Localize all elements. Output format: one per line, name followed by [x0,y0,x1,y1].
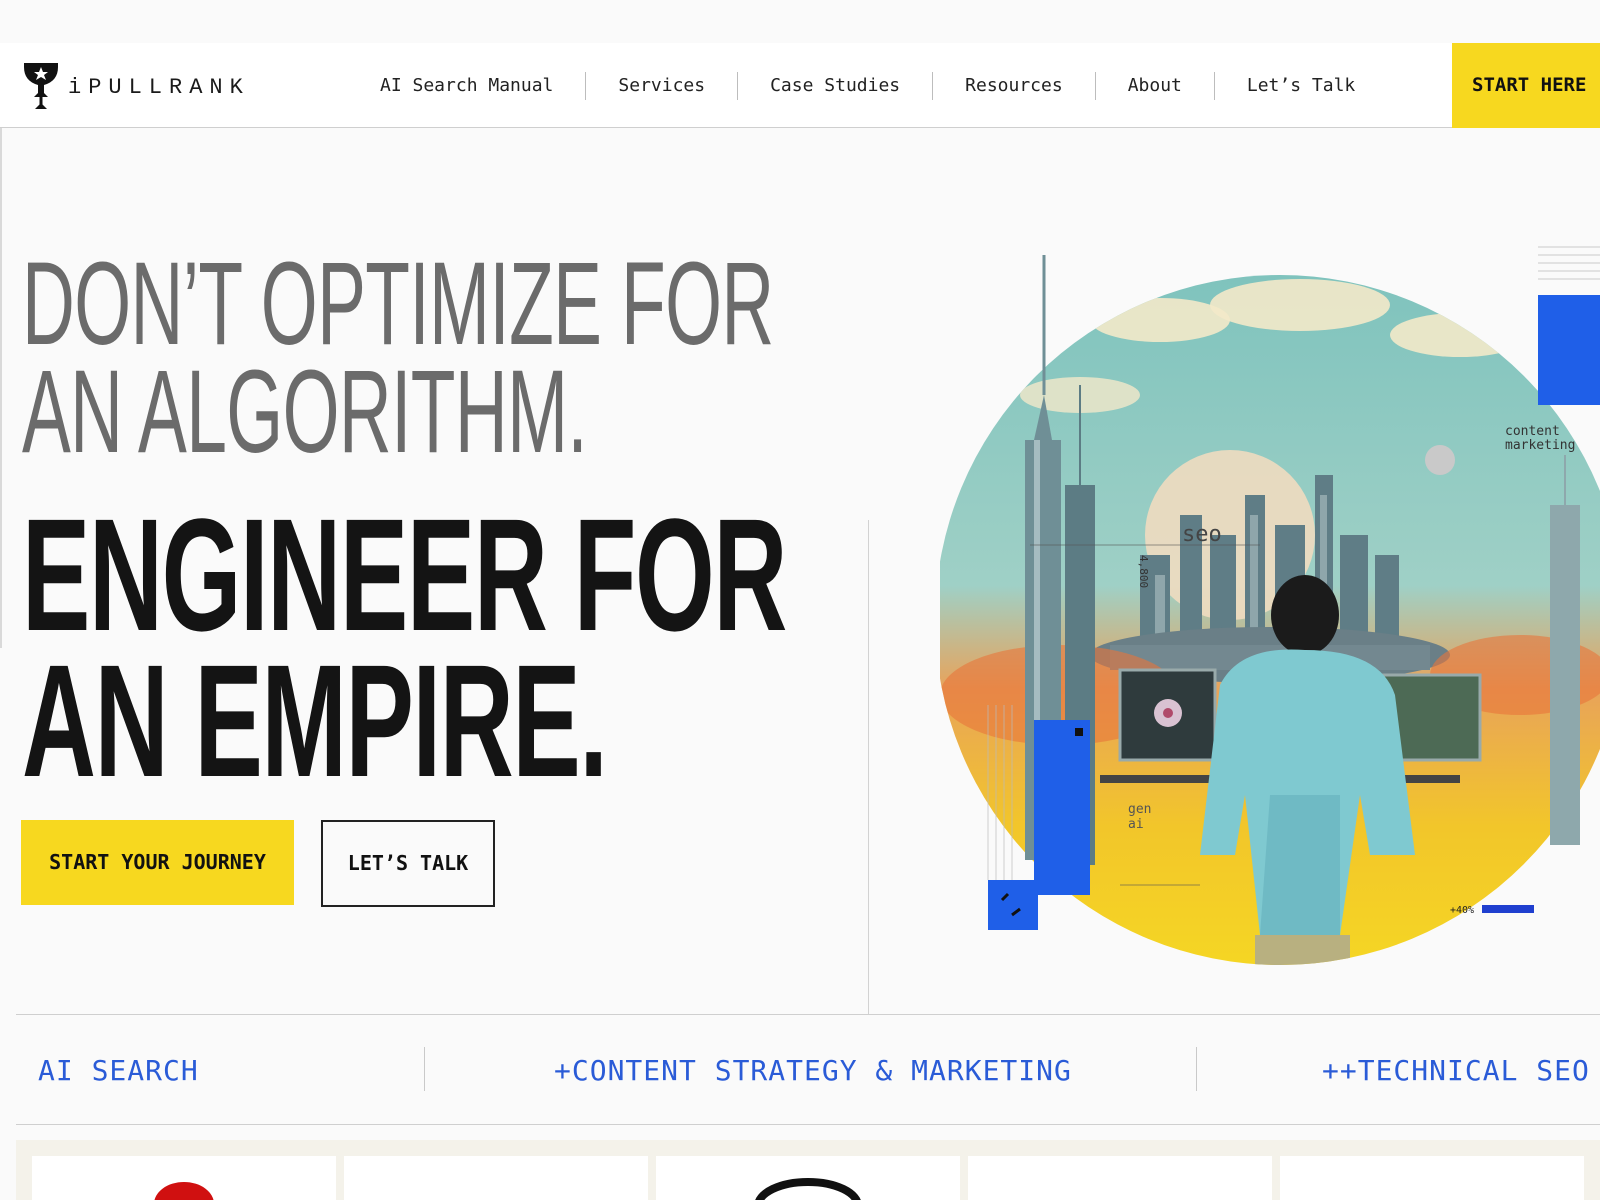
client-logos-strip [16,1140,1600,1200]
site-logo[interactable]: iPULLRANK [20,59,250,109]
service-content-strategy[interactable]: +CONTENT STRATEGY & MARKETING [554,1054,1072,1087]
lets-talk-button[interactable]: LET’S TALK [321,820,495,907]
client-logo-card [968,1156,1272,1200]
nav-about[interactable]: About [1094,71,1214,100]
gen-label: gen [1128,802,1151,817]
percent-label: +40% [1450,905,1474,916]
client-logo-card [1280,1156,1584,1200]
start-here-button[interactable]: START HERE [1452,43,1600,128]
frame-line-left [0,128,2,648]
number-label: 4,800 [1137,555,1150,588]
seo-label: seo [1182,522,1222,547]
main-nav: AI Search Manual Services Case Studies R… [356,43,1387,128]
service-technical-seo[interactable]: ++TECHNICAL SEO [1322,1054,1590,1087]
black-ring-logo-icon [755,1178,861,1200]
content-label: content [1505,424,1560,439]
page: iPULLRANK AI Search Manual Services Case… [0,0,1600,1200]
headline-light-line-2: AN ALGORITHM. [22,346,588,478]
logo-wordmark: iPULLRANK [68,74,250,100]
client-logo-card [32,1156,336,1200]
service-ai-search[interactable]: AI SEARCH [38,1054,199,1087]
client-logo-card [656,1156,960,1200]
services-divider [424,1047,425,1091]
start-your-journey-button[interactable]: START YOUR JOURNEY [21,820,294,905]
nav-ai-search-manual[interactable]: AI Search Manual [356,72,585,100]
city-collage-image: seo content marketing gen ai 4,800 +40% [935,246,1600,965]
frame-line-middle [868,520,869,1015]
headline-bold-line-1: ENGINEER FOR [22,485,787,664]
client-logo-card [344,1156,648,1200]
marketing-label: marketing [1505,438,1575,453]
red-logo-icon [154,1182,214,1200]
site-header: iPULLRANK AI Search Manual Services Case… [0,43,1600,128]
hero-illustration: seo content marketing gen ai 4,800 +40% [935,235,1600,1015]
trophy-icon [24,63,58,109]
services-divider [1196,1047,1197,1091]
nav-case-studies[interactable]: Case Studies [737,71,932,100]
hero-headline-light: DON’T OPTIMIZE FOR AN ALGORITHM. [22,238,774,478]
nav-services[interactable]: Services [585,71,737,100]
ai-label: ai [1128,817,1144,832]
nav-resources[interactable]: Resources [932,71,1095,100]
services-strip: AI SEARCH +CONTENT STRATEGY & MARKETING … [16,1015,1600,1125]
nav-lets-talk[interactable]: Let’s Talk [1213,71,1387,100]
headline-bold-line-2: AN EMPIRE. [22,631,608,810]
hero-headline-bold: ENGINEER FOR AN EMPIRE. [22,485,787,810]
services-bottom-line [16,1124,1600,1125]
headline-light-line-1: DON’T OPTIMIZE FOR [22,238,774,370]
